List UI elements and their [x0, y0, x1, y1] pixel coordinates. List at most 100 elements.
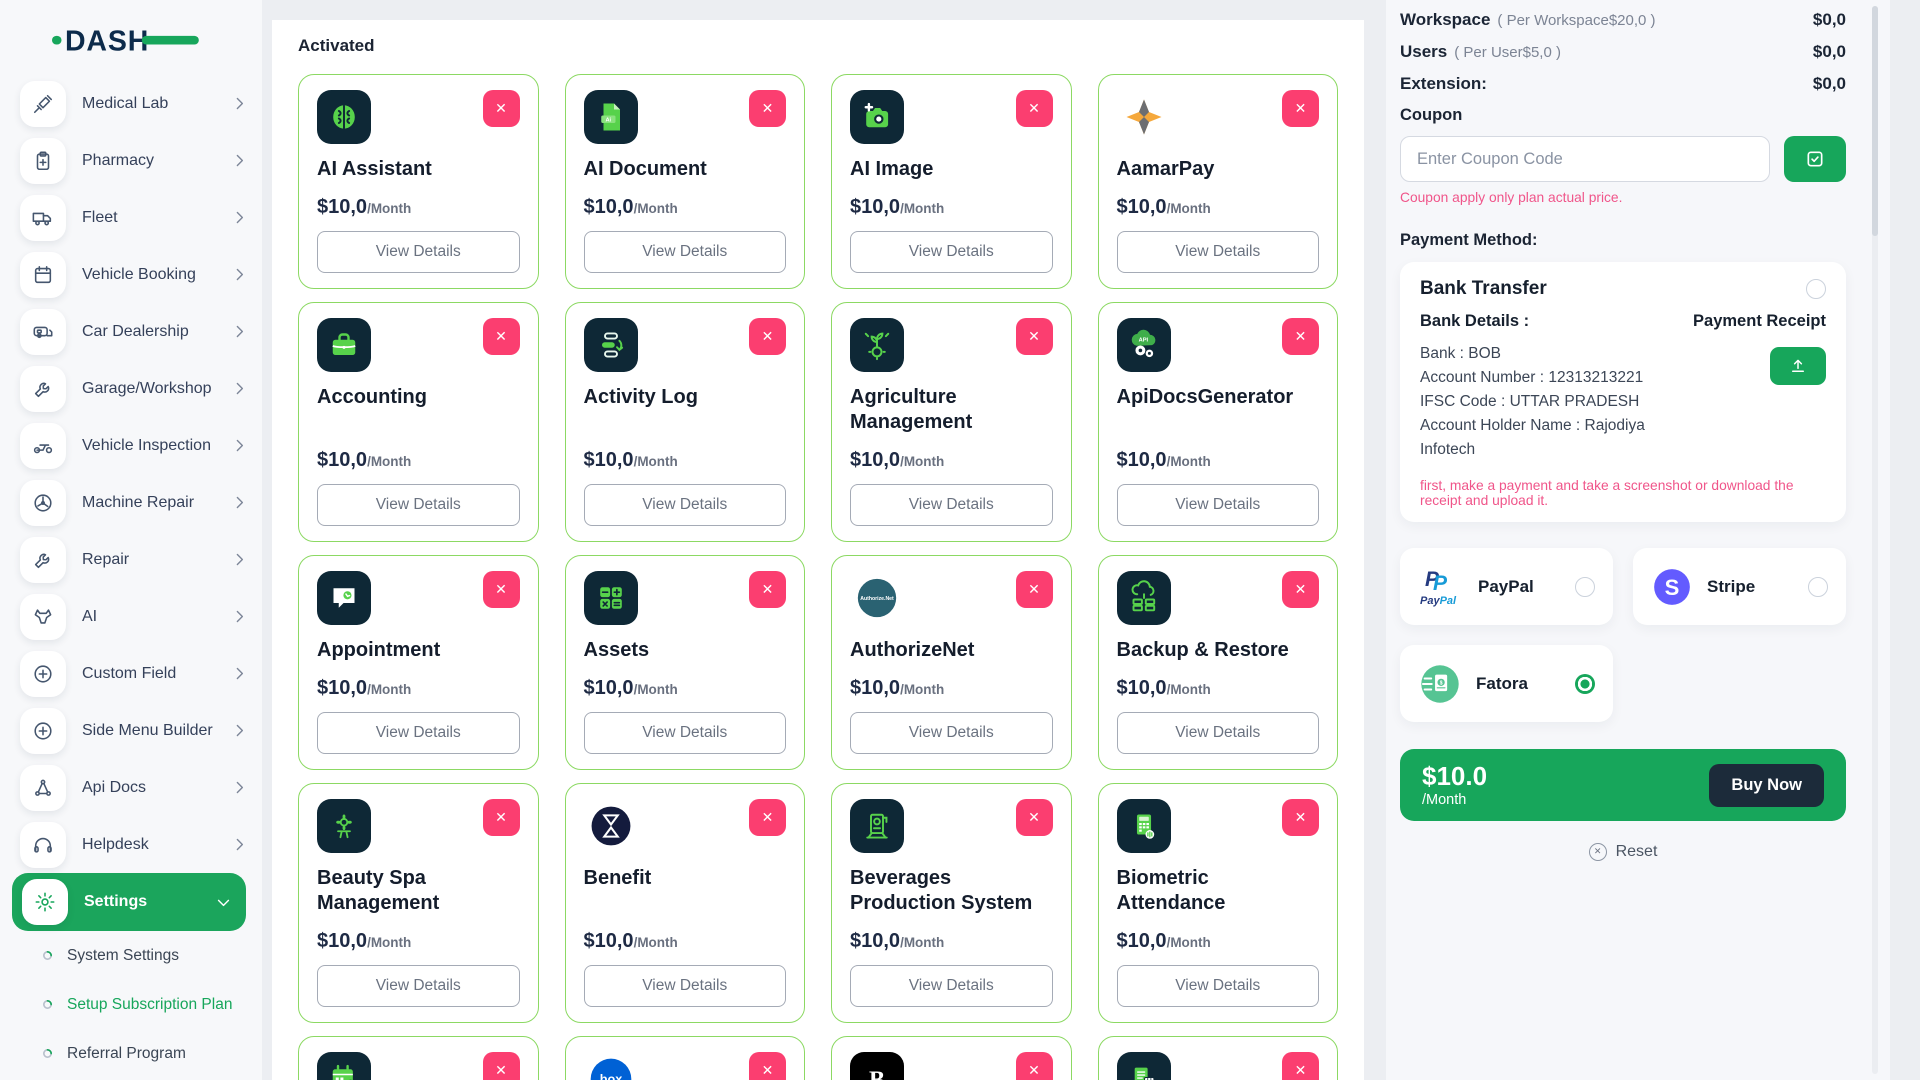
sidebar-item-label: Vehicle Inspection	[82, 436, 211, 454]
price-period: /Month	[1166, 682, 1211, 697]
sidebar-item-helpdesk[interactable]: Helpdesk	[0, 816, 262, 873]
bank-details-lines: Bank : BOB Account Number : 12313213221 IF…	[1420, 342, 1676, 462]
addon-title: AamarPay	[1116, 158, 1215, 180]
addon-price: $10,0/Month	[1117, 182, 1320, 219]
price-amount: $10,0	[583, 196, 634, 218]
price-period: /Month	[367, 201, 412, 216]
addon-card-partial: B✕	[831, 1036, 1072, 1080]
view-details-button[interactable]: View Details	[850, 965, 1053, 1007]
addon-title: Beauty Spa Management	[317, 867, 440, 914]
sidebar-subitem-setup-subscription-plan[interactable]: Setup Subscription Plan	[0, 980, 262, 1029]
remove-addon-button[interactable]: ✕	[749, 1052, 786, 1080]
sidebar-subitem-referral-program[interactable]: Referral Program	[0, 1029, 262, 1078]
addon-title: ApiDocsGenerator	[1116, 386, 1294, 408]
view-details-button[interactable]: View Details	[317, 231, 520, 273]
addon-card-grid: ✕ AI Assistant $10,0/Month View Details Ai ✕ A…	[298, 74, 1338, 1080]
payment-method-paypal[interactable]: P P PayPal PayPal	[1400, 548, 1613, 626]
view-details-button[interactable]: View Details	[583, 484, 786, 526]
reset-button[interactable]: ✕ Reset	[1400, 842, 1846, 861]
chevron-down-icon	[215, 894, 232, 911]
remove-addon-button[interactable]: ✕	[482, 571, 520, 608]
remove-addon-button[interactable]: ✕	[482, 90, 520, 127]
price-amount: $10,0	[850, 196, 901, 218]
price-period: /Month	[1166, 454, 1211, 469]
view-details-button[interactable]: View Details	[317, 965, 520, 1007]
chevron-right-icon	[231, 665, 248, 682]
remove-addon-button[interactable]: ✕	[1282, 90, 1319, 127]
sidebar-item-machine-repair[interactable]: Machine Repair	[0, 474, 262, 531]
price-period: /Month	[633, 201, 678, 216]
remove-addon-button[interactable]: ✕	[482, 799, 520, 836]
apply-coupon-button[interactable]	[1784, 136, 1846, 182]
addon-title: Activity Log	[583, 386, 698, 408]
remove-addon-button[interactable]: ✕	[749, 90, 786, 127]
remove-addon-button[interactable]: ✕	[1282, 571, 1319, 608]
view-details-button[interactable]: View Details	[1116, 965, 1319, 1007]
sidebar-item-vehicle-booking[interactable]: Vehicle Booking	[0, 246, 262, 303]
sidebar-item-side-menu-builder[interactable]: Side Menu Builder	[0, 702, 262, 759]
addon-price: $10,0/Month	[1117, 663, 1320, 700]
payment-method-fatora[interactable]: $ Fatora	[1400, 645, 1613, 723]
chevron-right-icon	[231, 323, 248, 340]
addon-title: Backup & Restore	[1116, 639, 1289, 661]
payment-method-radio[interactable]	[1575, 673, 1595, 694]
sidebar-item-car-dealership[interactable]: Car Dealership	[0, 303, 262, 360]
coupon-input[interactable]	[1400, 136, 1770, 182]
remove-addon-button[interactable]: ✕	[749, 318, 786, 355]
remove-addon-button[interactable]: ✕	[482, 318, 520, 355]
summary-sublabel: ( Per Workspace$20,0 )	[1497, 12, 1656, 29]
remove-addon-button[interactable]: ✕	[1015, 90, 1053, 127]
summary-value: $0,0	[1812, 10, 1846, 29]
price-period: /Month	[367, 682, 412, 697]
buy-now-button[interactable]: Buy Now	[1709, 763, 1824, 807]
fatora-logo-icon: $	[1418, 662, 1462, 706]
payment-method-radio[interactable]	[1575, 576, 1595, 597]
sidebar-item-custom-field[interactable]: Custom Field	[0, 645, 262, 702]
remove-addon-button[interactable]: ✕	[1282, 1052, 1319, 1080]
right-panel-scrollbar[interactable]	[1872, 6, 1878, 1074]
view-details-button[interactable]: View Details	[317, 484, 520, 526]
brand-logo: DASH	[0, 16, 262, 75]
upload-receipt-button[interactable]	[1770, 347, 1826, 385]
view-details-button[interactable]: View Details	[850, 231, 1053, 273]
sidebar-item-label: Custom Field	[82, 664, 177, 682]
sidebar-subitem-system-settings[interactable]: System Settings	[0, 931, 262, 980]
sidebar-item-api-docs[interactable]: Api Docs	[0, 759, 262, 816]
sidebar-item-vehicle-inspection[interactable]: Vehicle Inspection	[0, 417, 262, 474]
chevron-right-icon	[231, 152, 248, 169]
sidebar-item-medical-lab[interactable]: Medical Lab	[0, 75, 262, 132]
authorize-net-icon: Authorize.Net	[850, 571, 904, 625]
view-details-button[interactable]: View Details	[850, 712, 1053, 754]
sidebar-item-repair[interactable]: Repair	[0, 531, 262, 588]
view-details-button[interactable]: View Details	[1116, 712, 1319, 754]
sidebar-item-ai[interactable]: AI	[0, 588, 262, 645]
remove-addon-button[interactable]: ✕	[749, 799, 786, 836]
view-details-button[interactable]: View Details	[1116, 231, 1319, 273]
remove-addon-button[interactable]: ✕	[1282, 799, 1319, 836]
sidebar-item-pharmacy[interactable]: Pharmacy	[0, 132, 262, 189]
view-details-button[interactable]: View Details	[583, 712, 786, 754]
view-details-button[interactable]: View Details	[1116, 484, 1319, 526]
view-details-button[interactable]: View Details	[583, 231, 786, 273]
payment-method-stripe[interactable]: S Stripe	[1633, 548, 1846, 626]
bank-transfer-radio[interactable]	[1806, 279, 1826, 299]
remove-addon-button[interactable]: ✕	[482, 1052, 520, 1080]
remove-addon-button[interactable]: ✕	[1015, 799, 1053, 836]
addon-title: AI Document	[583, 158, 707, 180]
payment-method-radio[interactable]	[1808, 576, 1828, 597]
remove-addon-button[interactable]: ✕	[1015, 318, 1053, 355]
view-details-button[interactable]: View Details	[583, 965, 786, 1007]
remove-addon-button[interactable]: ✕	[749, 571, 786, 608]
summary-row-users: Users ( Per User$5,0 ) $0,0	[1400, 42, 1846, 62]
reset-label: Reset	[1615, 842, 1658, 860]
view-details-button[interactable]: View Details	[850, 484, 1053, 526]
remove-addon-button[interactable]: ✕	[1015, 1052, 1053, 1080]
sidebar: DASH Medical Lab Pharmacy Fleet Vehicle Boo…	[0, 0, 262, 1080]
sidebar-item-settings[interactable]: Settings	[12, 873, 246, 931]
view-details-button[interactable]: View Details	[317, 712, 520, 754]
price-period: /Month	[633, 935, 678, 950]
sidebar-item-garage-workshop[interactable]: Garage/Workshop	[0, 360, 262, 417]
remove-addon-button[interactable]: ✕	[1282, 318, 1319, 355]
sidebar-item-fleet[interactable]: Fleet	[0, 189, 262, 246]
remove-addon-button[interactable]: ✕	[1015, 571, 1053, 608]
